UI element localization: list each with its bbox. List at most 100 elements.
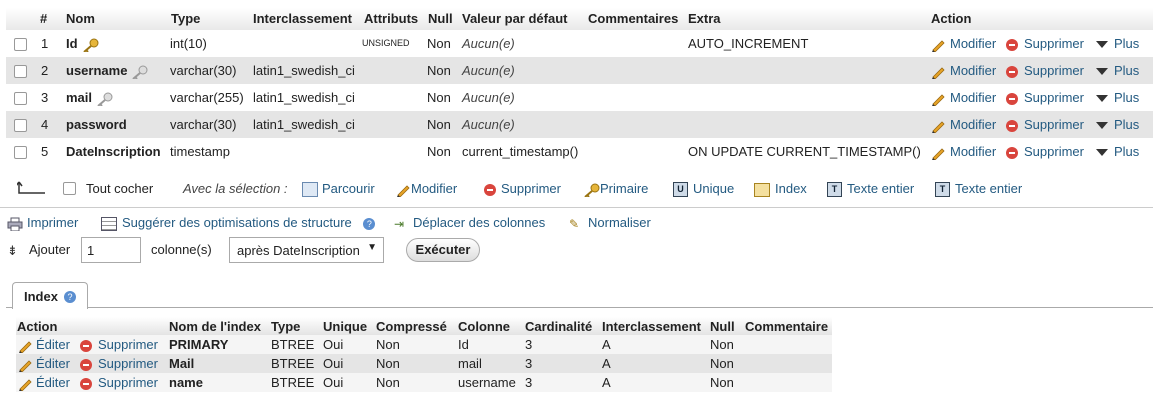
header-extra[interactable]: Extra: [688, 8, 721, 30]
primary-button[interactable]: Primaire: [583, 181, 648, 197]
row-checkbox[interactable]: [14, 38, 27, 51]
index-cardinality: 3: [525, 375, 533, 390]
check-all-checkbox[interactable]: [63, 182, 76, 195]
delete-label: Supprimer: [1024, 36, 1084, 51]
modify-button[interactable]: Modifier: [931, 84, 996, 111]
header-collation[interactable]: Interclassement: [253, 8, 352, 30]
more-dropdown[interactable]: Plus: [1096, 57, 1139, 84]
header-null[interactable]: Null: [428, 8, 453, 30]
modify-label: Modifier: [950, 117, 997, 132]
table-row: 2 username varchar(30) latin1_swedish_ci Non…: [6, 57, 1153, 84]
delete-icon: [1006, 146, 1018, 159]
pencil-icon: [19, 340, 32, 353]
fulltext-button-2[interactable]: T Texte entier: [935, 181, 1022, 198]
browse-button[interactable]: Parcourir: [302, 181, 375, 198]
column-name[interactable]: password: [66, 111, 127, 138]
pencil-icon: [932, 147, 945, 160]
pencil-icon: [19, 378, 32, 391]
index-button[interactable]: Index: [754, 181, 807, 197]
column-count-input[interactable]: 1: [81, 237, 141, 263]
structure-table-header: # Nom Type Interclassement Attributs Nul…: [6, 8, 1153, 30]
header-name[interactable]: Nom: [66, 8, 95, 30]
pencil-icon: [932, 66, 945, 79]
header-comments[interactable]: Commentaires: [588, 8, 678, 30]
row-checkbox[interactable]: [14, 119, 27, 132]
modify-label: Modifier: [950, 36, 997, 51]
more-label: Plus: [1114, 63, 1140, 78]
move-columns-link[interactable]: ⇥ Déplacer des colonnes: [394, 215, 545, 230]
more-dropdown[interactable]: Plus: [1096, 111, 1139, 138]
pencil-icon: [932, 39, 945, 52]
delete-selected-button[interactable]: Supprimer: [484, 181, 561, 196]
suggest-optimizations-link[interactable]: Suggérer des optimisations de structure …: [101, 215, 376, 231]
header-num[interactable]: #: [40, 8, 47, 30]
row-checkbox[interactable]: [14, 92, 27, 105]
delete-button[interactable]: Supprimer: [1006, 30, 1084, 57]
delete-index-button[interactable]: Supprimer: [80, 354, 158, 373]
delete-button[interactable]: Supprimer: [1006, 84, 1084, 111]
more-dropdown[interactable]: Plus: [1096, 84, 1139, 111]
modify-button[interactable]: Modifier: [931, 111, 996, 138]
index-unique: Oui: [323, 337, 344, 352]
index-null: Non: [710, 337, 734, 352]
column-name[interactable]: Id: [66, 30, 99, 57]
index-row: Éditer Supprimer PRIMARY BTREE Oui Non Id 3 A Non: [16, 335, 832, 354]
position-select-value: après DateInscription: [237, 243, 360, 258]
edit-index-button[interactable]: Éditer: [18, 354, 70, 373]
index-unique: Oui: [323, 375, 344, 390]
index-header-comment: Commentaire: [745, 319, 829, 334]
fulltext-button[interactable]: T Texte entier: [827, 181, 915, 198]
index-type: BTREE: [271, 337, 315, 352]
fulltext-icon: T: [935, 182, 950, 198]
normalize-link[interactable]: ✎ Normaliser: [569, 215, 651, 230]
help-icon[interactable]: ?: [64, 291, 76, 303]
modify-button[interactable]: Modifier: [931, 57, 996, 84]
check-all-label[interactable]: Tout cocher: [86, 181, 153, 196]
divider: [0, 207, 1153, 208]
edit-index-button[interactable]: Éditer: [18, 335, 70, 354]
column-name[interactable]: DateInscription: [66, 138, 161, 165]
fulltext-label: Texte entier: [847, 181, 915, 196]
header-attributes[interactable]: Attributs: [364, 8, 418, 30]
row-number: 3: [41, 90, 49, 105]
index-name: PRIMARY: [169, 337, 229, 352]
help-icon[interactable]: ?: [363, 217, 376, 230]
edit-index-button[interactable]: Éditer: [18, 373, 70, 392]
row-checkbox[interactable]: [14, 146, 27, 159]
index-header-unique: Unique: [323, 319, 368, 334]
pencil-icon: [932, 93, 945, 106]
delete-index-button[interactable]: Supprimer: [80, 373, 158, 392]
position-select[interactable]: après DateInscription ▼: [229, 237, 384, 263]
row-checkbox[interactable]: [14, 65, 27, 78]
delete-button[interactable]: Supprimer: [1006, 57, 1084, 84]
header-type[interactable]: Type: [171, 8, 200, 30]
execute-button[interactable]: Exécuter: [406, 238, 480, 262]
index-row: Éditer Supprimer Mail BTREE Oui Non mail 3 A Non: [16, 354, 832, 373]
chevron-down-icon: [1096, 95, 1108, 103]
delete-button[interactable]: Supprimer: [1006, 138, 1084, 165]
index-key-icon: [132, 65, 148, 79]
column-count-value: 1: [87, 243, 95, 258]
index-null: Non: [710, 375, 734, 390]
modify-selected-button[interactable]: Modifier: [396, 181, 457, 197]
add-column-icon: ⇟: [7, 243, 18, 258]
modify-button[interactable]: Modifier: [931, 138, 996, 165]
delete-label: Supprimer: [98, 337, 158, 352]
modify-button[interactable]: Modifier: [931, 30, 996, 57]
unique-button[interactable]: U Unique: [673, 181, 734, 198]
column-name-text: password: [66, 117, 127, 132]
header-default[interactable]: Valeur par défaut: [462, 8, 567, 30]
delete-button[interactable]: Supprimer: [1006, 111, 1084, 138]
column-collation: latin1_swedish_ci: [253, 117, 355, 132]
index-icon: [754, 182, 770, 197]
column-name[interactable]: mail: [66, 84, 113, 111]
print-link[interactable]: Imprimer: [7, 215, 78, 231]
column-name[interactable]: username: [66, 57, 148, 84]
browse-icon: [302, 182, 318, 198]
more-dropdown[interactable]: Plus: [1096, 138, 1139, 165]
move-columns-icon: ⇥: [394, 216, 405, 231]
more-dropdown[interactable]: Plus: [1096, 30, 1139, 57]
edit-label: Éditer: [36, 356, 70, 371]
delete-index-button[interactable]: Supprimer: [80, 335, 158, 354]
index-null: Non: [710, 356, 734, 371]
